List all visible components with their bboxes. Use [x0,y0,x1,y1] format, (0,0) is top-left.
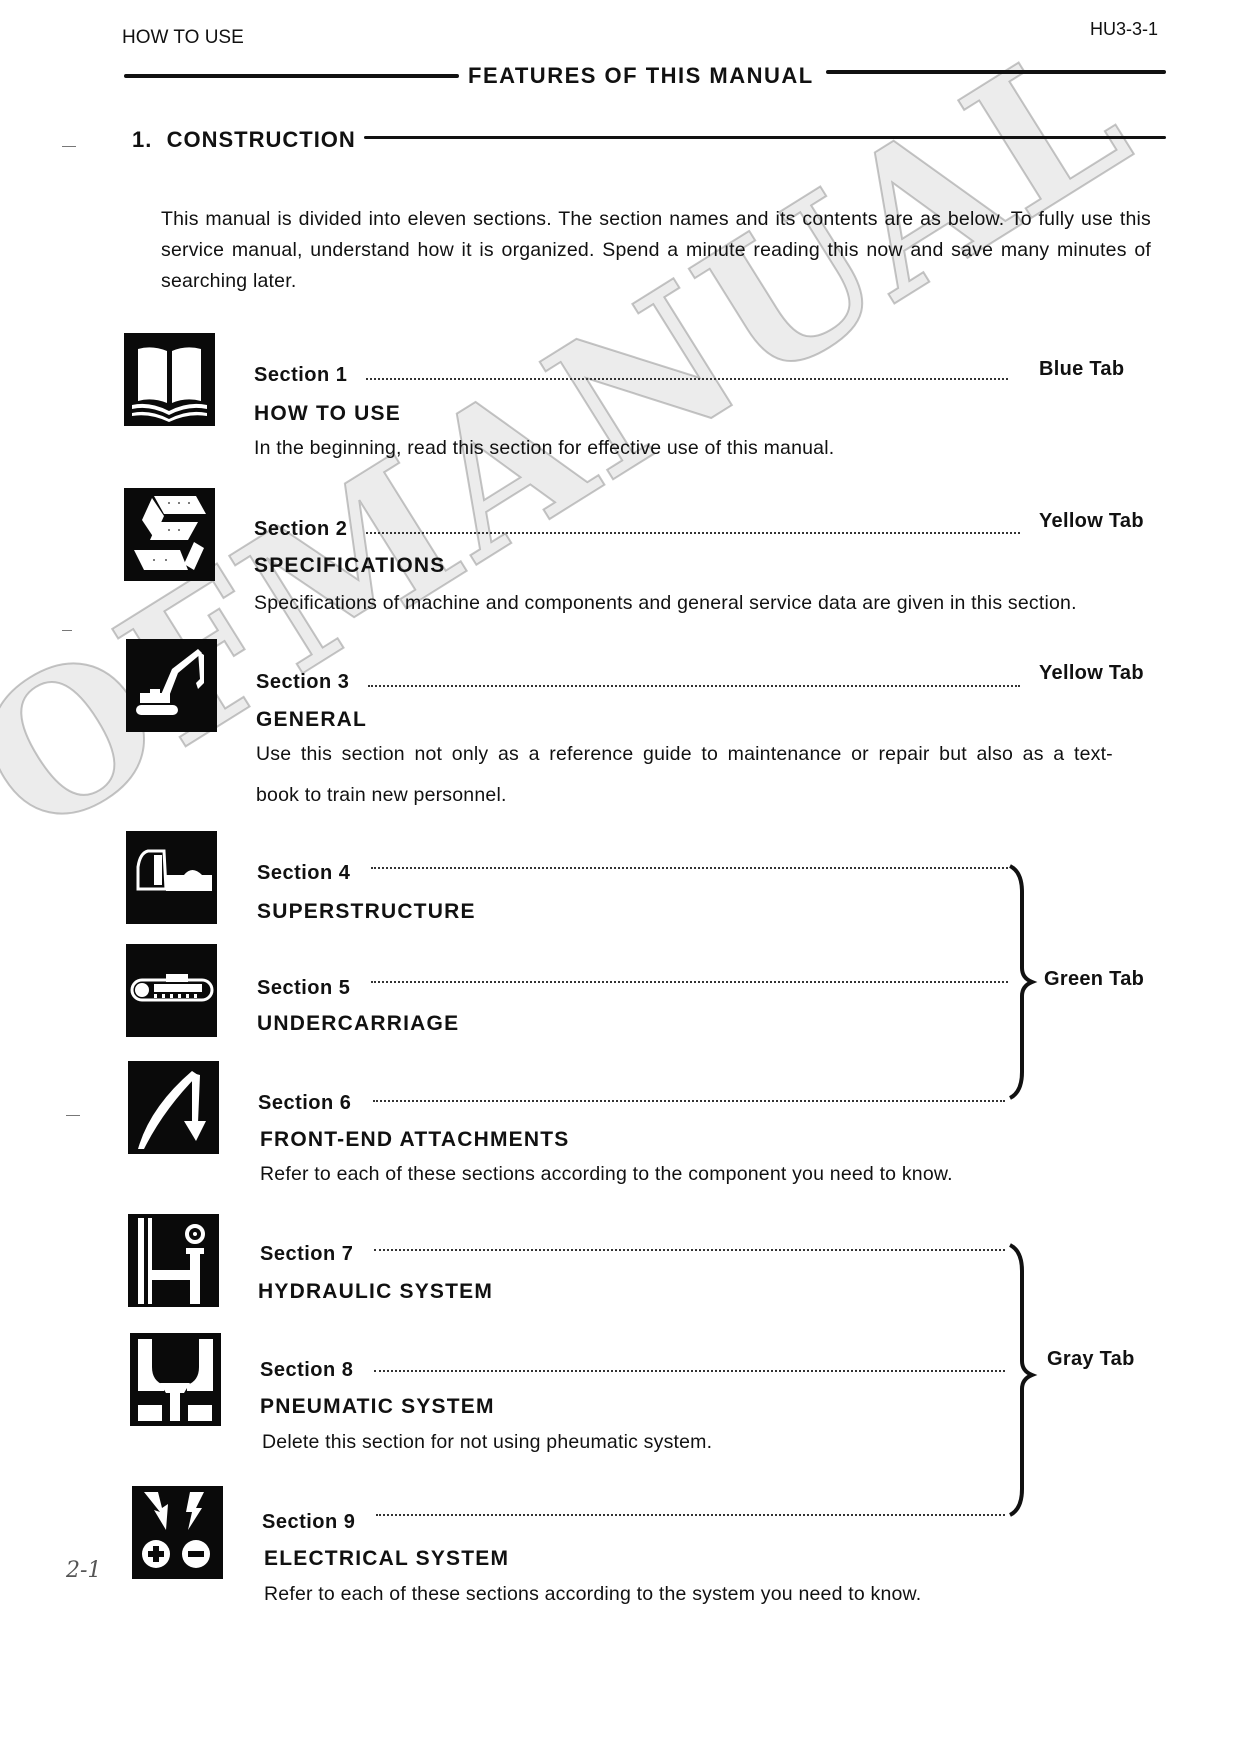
margin-note: 2-1 [66,1558,102,1583]
section-7-leader [374,1249,1005,1251]
section-4-title: SUPERSTRUCTURE [257,900,476,923]
section-6-desc: Refer to each of these sections accordin… [260,1163,953,1185]
section-1-title: HOW TO USE [254,402,401,425]
running-header-section: HOW TO USE [122,27,244,48]
subsection-title: CONSTRUCTION [166,127,356,152]
section-4-leader [371,867,1008,869]
section-5-title: UNDERCARRIAGE [257,1012,460,1035]
section-5-leader [371,981,1008,983]
green-tab-bracket [1008,864,1038,1100]
margin-mark [62,630,72,631]
front-attachment-icon [128,1061,219,1154]
green-tab-label: Green Tab [1044,968,1145,990]
hydraulic-icon [128,1214,219,1307]
title-rule-right [826,70,1166,74]
section-6-leader [373,1100,1005,1102]
section-8-leader [374,1370,1005,1372]
section-3-label: Section 3 [256,671,350,693]
intro-paragraph: This manual is divided into eleven secti… [161,208,1151,292]
subsection-number: 1. [132,127,153,152]
section-6-label: Section 6 [258,1092,352,1114]
section-2-label: Section 2 [254,518,348,540]
book-icon [124,333,215,426]
page-title: FEATURES OF THIS MANUAL [468,63,814,88]
section-5-label: Section 5 [257,977,351,999]
margin-mark [66,1115,80,1116]
section-7-title: HYDRAULIC SYSTEM [258,1280,494,1303]
section-9-title: ELECTRICAL SYSTEM [264,1547,510,1570]
section-8-title: PNEUMATIC SYSTEM [260,1395,495,1418]
electrical-icon [132,1486,223,1579]
undercarriage-icon [126,944,217,1037]
section-3-desc: Use this section not only as a reference… [256,743,1113,765]
excavator-icon [126,639,217,732]
superstructure-icon [126,831,217,924]
section-9-label: Section 9 [262,1511,356,1533]
section-9-leader [376,1514,1005,1516]
section-8-desc: Delete this section for not using pheuma… [262,1431,713,1453]
title-rule-left [124,74,459,78]
page-code: HU3-3-1 [1090,19,1159,39]
section-3-title: GENERAL [256,708,368,731]
section-1-tab: Blue Tab [1039,358,1125,380]
section-2-title: SPECIFICATIONS [254,554,446,577]
specifications-icon [124,488,215,581]
gray-tab-label: Gray Tab [1047,1348,1135,1370]
section-4-label: Section 4 [257,862,351,884]
section-7-label: Section 7 [260,1243,354,1265]
subsection-rule [364,136,1166,139]
subsection-heading: 1. CONSTRUCTION [132,127,356,153]
gray-tab-bracket [1008,1243,1038,1517]
section-9-desc: Refer to each of these sections accordin… [264,1583,922,1605]
section-3-tab: Yellow Tab [1039,662,1144,684]
section-1-leader [366,378,1008,380]
section-2-leader [366,532,1020,534]
pneumatic-icon [130,1333,221,1426]
section-3-leader [368,685,1020,687]
section-6-title: FRONT-END ATTACHMENTS [260,1128,570,1151]
section-1-label: Section 1 [254,364,348,386]
section-1-desc: In the beginning, read this section for … [254,437,835,459]
section-3-desc-cont: book to train new personnel. [256,784,507,806]
margin-mark [62,146,76,147]
section-2-tab: Yellow Tab [1039,510,1144,532]
section-2-desc: Specifications of machine and components… [254,592,1077,614]
section-8-label: Section 8 [260,1359,354,1381]
